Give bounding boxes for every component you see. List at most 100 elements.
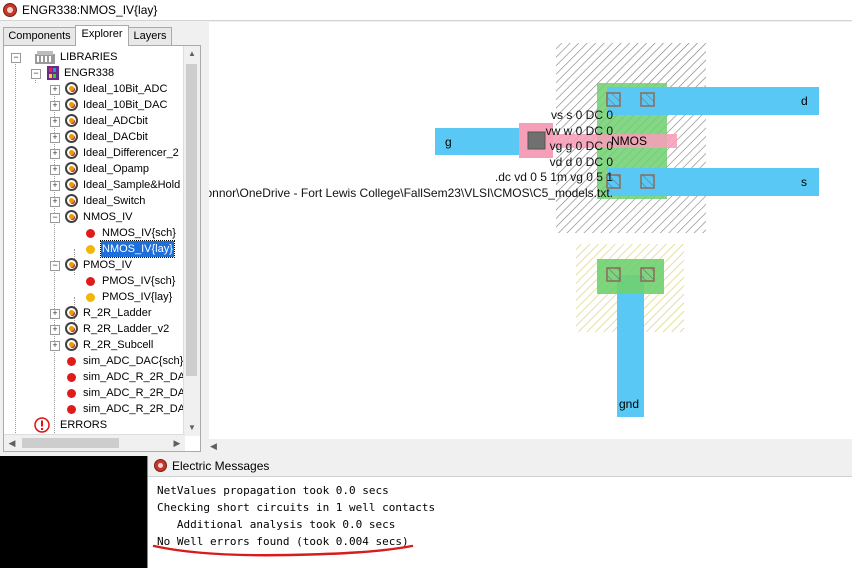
contact <box>606 267 621 282</box>
expand-icon[interactable]: + <box>50 85 60 95</box>
schematic-dot-icon <box>86 277 95 286</box>
electric-app-icon[interactable] <box>3 3 17 17</box>
cell-group-icon <box>65 178 78 191</box>
tree-item-label: NMOS_IV <box>83 211 133 223</box>
cell-group-icon <box>65 194 78 207</box>
collapse-icon[interactable]: − <box>50 213 60 223</box>
expand-icon[interactable]: + <box>50 341 60 351</box>
scroll-down-icon[interactable]: ▼ <box>184 420 200 436</box>
canvas-horizontal-scrollbar[interactable]: ◀ <box>209 439 852 453</box>
port-label-g[interactable]: g <box>445 135 452 149</box>
tree-item-ideal-switch[interactable]: + Ideal_Switch <box>4 193 184 209</box>
tree-item-sim-adc-dac-sch[interactable]: sim_ADC_DAC{sch} <box>4 353 184 369</box>
explorer-panel: Components Explorer Layers − LIBRARIES − <box>0 21 205 453</box>
cell-group-icon <box>65 322 78 335</box>
tree-item-label: PMOS_IV <box>83 259 132 271</box>
schematic-dot-icon <box>67 373 76 382</box>
tree-item-ideal-dacbit[interactable]: + Ideal_DACbit <box>4 129 184 145</box>
spice-line: .dc vd 0 5 1m vg 0 5 1 <box>494 170 613 184</box>
tree-item-label: Ideal_Switch <box>83 195 146 207</box>
tree-item-label: Ideal_DACbit <box>83 131 148 143</box>
tree-item-label: NMOS_IV{sch} <box>102 227 176 239</box>
tab-components[interactable]: Components <box>3 27 76 45</box>
tree-vertical-scrollbar[interactable]: ▲ ▼ <box>183 46 200 436</box>
tree-item-nmos-iv-lay[interactable]: NMOS_IV{lay} <box>4 240 184 258</box>
library-book-icon <box>47 66 59 80</box>
tree-item-r-2r-ladder[interactable]: + R_2R_Ladder <box>4 305 184 321</box>
port-label-d[interactable]: d <box>801 94 808 108</box>
tree-horizontal-scrollbar[interactable]: ◀ ▶ <box>4 434 185 451</box>
spice-line: vg g 0 DC 0 <box>549 139 613 153</box>
spice-line: vs s 0 DC 0 <box>550 108 613 122</box>
expand-icon[interactable]: + <box>50 309 60 319</box>
tree-item-label: Ideal_10Bit_DAC <box>83 99 168 111</box>
electric-app-icon[interactable] <box>154 459 167 472</box>
tree-item-sim-adc-r-2r-dac-3[interactable]: sim_ADC_R_2R_DAC <box>4 401 193 417</box>
tree-item-engr338[interactable]: − ENGR338 <box>4 65 184 81</box>
tree-item-label: PMOS_IV{lay} <box>102 291 173 303</box>
tree-item-pmos-iv-lay[interactable]: PMOS_IV{lay} <box>4 289 184 305</box>
expand-icon[interactable]: + <box>50 133 60 143</box>
scrollbar-thumb[interactable] <box>22 438 119 448</box>
transistor-label[interactable]: NMOS <box>611 134 647 148</box>
scroll-right-icon[interactable]: ▶ <box>169 435 185 451</box>
schematic-dot-icon <box>86 229 95 238</box>
tree-item-label: sim_ADC_R_2R_DAC <box>83 387 194 399</box>
tree-item-label: Ideal_ADCbit <box>83 115 148 127</box>
tree-item-ideal-opamp[interactable]: + Ideal_Opamp <box>4 161 184 177</box>
tree-item-sim-adc-r-2r-dac-2[interactable]: sim_ADC_R_2R_DAC <box>4 385 193 401</box>
tab-layers[interactable]: Layers <box>128 27 172 45</box>
cell-group-icon <box>65 146 78 159</box>
collapse-icon[interactable]: − <box>31 69 41 79</box>
window-title: ENGR338:NMOS_IV{lay} <box>22 3 158 17</box>
tree-item-label-selected: NMOS_IV{lay} <box>100 240 175 258</box>
expand-icon[interactable]: + <box>50 101 60 111</box>
cell-group-icon <box>65 162 78 175</box>
tree-item-errors[interactable]: ERRORS <box>4 417 184 433</box>
expand-icon[interactable]: + <box>50 197 60 207</box>
scroll-left-icon[interactable]: ◀ <box>210 439 217 453</box>
port-label-s[interactable]: s <box>801 175 807 189</box>
tree-item-ideal-sample-hold[interactable]: + Ideal_Sample&Hold <box>4 177 184 193</box>
scrollbar-thumb[interactable] <box>186 64 197 376</box>
contact <box>640 267 655 282</box>
expand-icon[interactable]: + <box>50 325 60 335</box>
tree-item-nmos-iv[interactable]: − NMOS_IV <box>4 209 184 225</box>
tree-item-ideal-10bit-adc[interactable]: + Ideal_10Bit_ADC <box>4 81 184 97</box>
tree-item-ideal-10bit-dac[interactable]: + Ideal_10Bit_DAC <box>4 97 184 113</box>
expand-icon[interactable]: + <box>50 165 60 175</box>
metal-drain <box>607 87 819 115</box>
tree-item-label: Ideal_Sample&Hold <box>83 179 181 191</box>
collapse-icon[interactable]: − <box>11 53 21 63</box>
expand-icon[interactable]: + <box>50 117 60 127</box>
port-label-gnd[interactable]: gnd <box>619 397 639 411</box>
collapse-icon[interactable]: − <box>50 261 60 271</box>
tree-item-nmos-iv-sch[interactable]: NMOS_IV{sch} <box>4 225 184 241</box>
tree-item-pmos-iv[interactable]: − PMOS_IV <box>4 257 184 273</box>
scroll-left-icon[interactable]: ◀ <box>4 435 20 451</box>
scroll-up-icon[interactable]: ▲ <box>184 46 200 62</box>
expand-icon[interactable]: + <box>50 181 60 191</box>
tree-item-label: Ideal_Differencer_2 <box>83 147 179 159</box>
cell-group-icon <box>65 130 78 143</box>
spice-code-text[interactable]: vs s 0 DC 0 vw w 0 DC 0 vg g 0 DC 0 vd d… <box>209 108 613 201</box>
tree-item-label: PMOS_IV{sch} <box>102 275 176 287</box>
tab-explorer[interactable]: Explorer <box>75 25 129 46</box>
schematic-dot-icon <box>67 357 76 366</box>
expand-icon[interactable]: + <box>50 149 60 159</box>
tree-item-sim-adc-r-2r-dac-1[interactable]: sim_ADC_R_2R_DAC <box>4 369 193 385</box>
substrate-metal <box>617 275 644 417</box>
tree-item-ideal-adcbit[interactable]: + Ideal_ADCbit <box>4 113 184 129</box>
tree-item-ideal-differencer-2[interactable]: + Ideal_Differencer_2 <box>4 145 184 161</box>
tree-item-r-2r-subcell[interactable]: + R_2R_Subcell <box>4 337 184 353</box>
libraries-icon <box>35 51 55 64</box>
tree-item-libraries[interactable]: − LIBRARIES <box>4 49 184 65</box>
tree-item-label: ENGR338 <box>64 67 115 79</box>
tree-item-r-2r-ladder-v2[interactable]: + R_2R_Ladder_v2 <box>4 321 184 337</box>
cell-group-icon <box>65 98 78 111</box>
layout-canvas[interactable]: vs s 0 DC 0 vw w 0 DC 0 vg g 0 DC 0 vd d… <box>209 22 852 453</box>
message-line: Checking short circuits in 1 well contac… <box>157 501 436 514</box>
tree-item-pmos-iv-sch[interactable]: PMOS_IV{sch} <box>4 273 184 289</box>
layout-drawing <box>435 43 819 417</box>
contact <box>640 174 655 189</box>
